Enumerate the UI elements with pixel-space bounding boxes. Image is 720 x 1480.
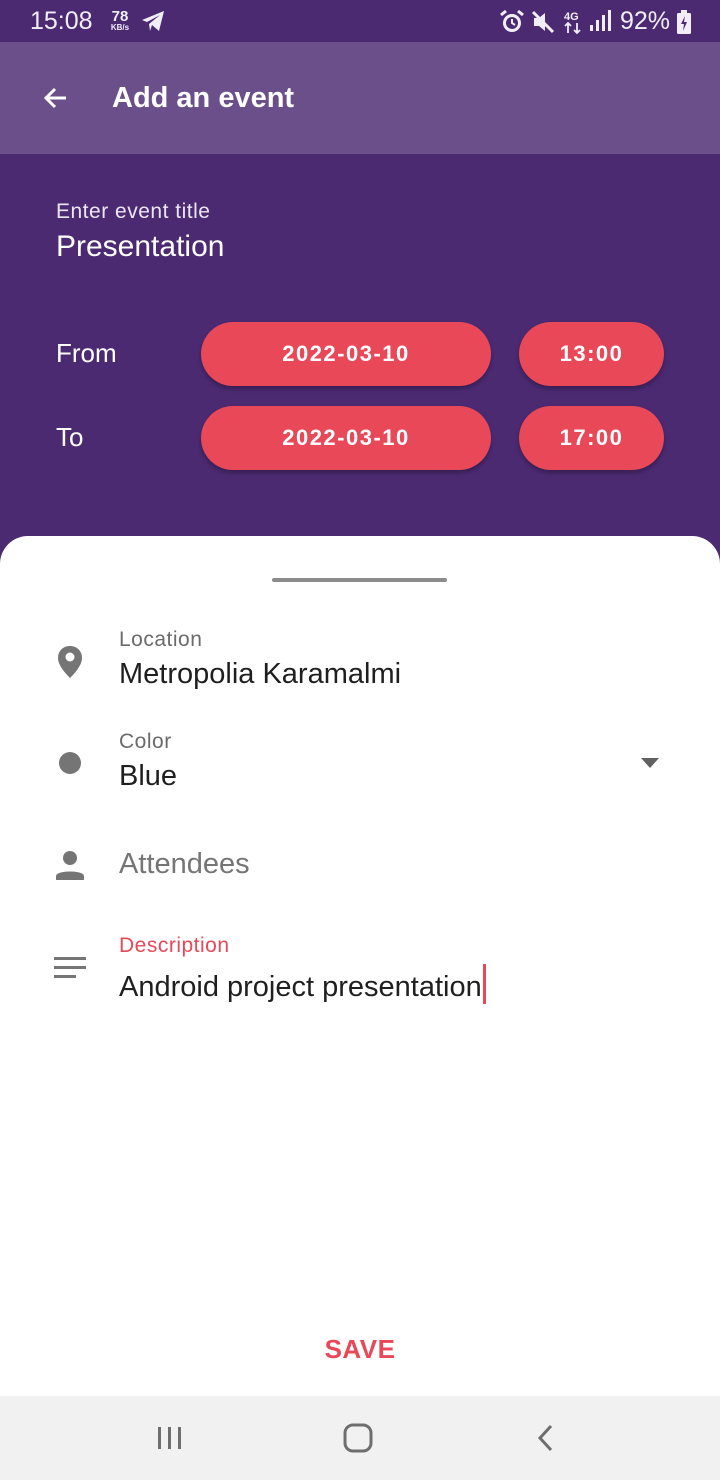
to-label: To [56, 422, 84, 452]
text-cursor [482, 964, 486, 1004]
save-button[interactable]: SAVE [260, 1324, 460, 1374]
network-speed-unit: KB/s [110, 23, 130, 32]
description-input[interactable]: Android project presentation [119, 964, 486, 1004]
status-bar: 15:08 78 KB/s 4G 92% [0, 0, 720, 42]
color-label: Color [119, 730, 172, 753]
location-label: Location [119, 628, 203, 651]
to-date-button[interactable]: 2022-03-10 [201, 406, 491, 470]
sheet-drag-handle[interactable] [272, 578, 447, 582]
page-title: Add an event [112, 82, 295, 114]
notes-icon [50, 948, 90, 988]
to-time-button[interactable]: 17:00 [519, 406, 664, 470]
event-title-label: Enter event title [56, 200, 211, 223]
color-dot-icon [50, 743, 90, 783]
location-input[interactable]: Metropolia Karamalmi [119, 658, 401, 691]
back-icon [537, 1424, 553, 1452]
mute-icon [530, 9, 556, 40]
alarm-icon [498, 9, 526, 40]
location-pin-icon [50, 642, 90, 682]
signal-icon [588, 9, 612, 38]
recent-apps-button[interactable] [140, 1416, 200, 1460]
4g-icon: 4G [562, 9, 584, 40]
system-nav-bar [0, 1396, 720, 1480]
status-time: 15:08 [30, 7, 93, 35]
network-speed-value: 78 [111, 8, 129, 25]
dropdown-arrow-icon[interactable] [630, 746, 670, 780]
recent-apps-icon [158, 1427, 181, 1449]
description-text: Android project presentation [119, 971, 482, 1003]
from-time-button[interactable]: 13:00 [519, 322, 664, 386]
home-icon [343, 1423, 373, 1453]
person-icon [50, 845, 90, 885]
attendees-input[interactable]: Attendees [119, 848, 250, 881]
battery-percent: 92% [620, 7, 671, 35]
app-bar: Add an event [0, 42, 720, 154]
from-date-button[interactable]: 2022-03-10 [201, 322, 491, 386]
event-header: Enter event title Presentation From 2022… [0, 154, 720, 554]
nav-back-button[interactable] [516, 1416, 576, 1460]
battery-icon [676, 9, 692, 40]
arrow-back-icon [43, 87, 66, 109]
network-speed: 78 KB/s [106, 9, 134, 32]
back-button[interactable] [36, 78, 76, 118]
telegram-icon [140, 9, 166, 38]
description-label: Description [119, 934, 230, 957]
home-button[interactable] [328, 1416, 388, 1460]
event-title-input[interactable]: Presentation [56, 230, 224, 264]
color-select[interactable]: Blue [119, 760, 177, 793]
svg-text:4G: 4G [564, 11, 579, 23]
from-label: From [56, 338, 117, 368]
details-sheet: Location Metropolia Karamalmi Color Blue… [0, 536, 720, 1396]
